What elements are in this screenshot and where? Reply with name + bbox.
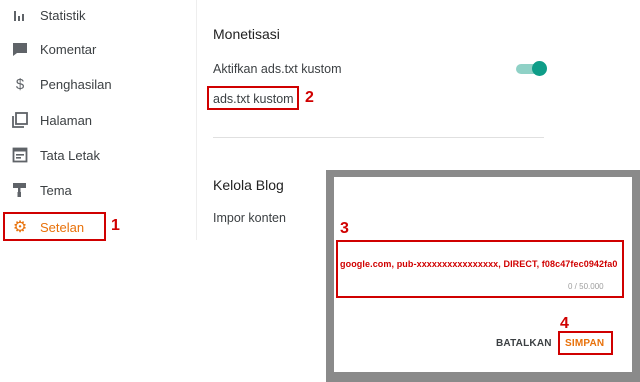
sidebar-item-label: Tema bbox=[40, 182, 72, 198]
comment-icon bbox=[12, 41, 28, 57]
cancel-button[interactable]: BATALKAN bbox=[496, 338, 552, 349]
sidebar-item-label: Halaman bbox=[40, 112, 93, 128]
annotation-box-2 bbox=[207, 86, 299, 110]
sidebar-item-tema[interactable]: Tema bbox=[0, 175, 190, 205]
sidebar-item-penghasilan[interactable]: $ Penghasilan bbox=[0, 69, 190, 99]
section-title-monetisasi: Monetisasi bbox=[213, 26, 280, 42]
sidebar-item-halaman[interactable]: Halaman bbox=[0, 105, 190, 135]
import-content-link[interactable]: Impor konten bbox=[213, 211, 286, 225]
annotation-number-2: 2 bbox=[305, 89, 314, 106]
annotation-box-1 bbox=[3, 212, 106, 241]
adstxt-textarea-value: google.com, pub-xxxxxxxxxxxxxxxx, DIRECT… bbox=[340, 259, 618, 269]
section-title-kelola-blog: Kelola Blog bbox=[213, 177, 284, 193]
sidebar-item-label: Komentar bbox=[40, 41, 97, 57]
sidebar-item-label: Tata Letak bbox=[40, 147, 100, 163]
save-button[interactable]: SIMPAN bbox=[565, 338, 604, 349]
section-divider bbox=[213, 137, 544, 138]
sidebar-item-label: Statistik bbox=[40, 8, 86, 23]
pages-icon bbox=[12, 112, 28, 128]
custom-adstxt-toggle-label: Aktifkan ads.txt kustom bbox=[213, 62, 342, 76]
paint-roller-icon bbox=[12, 182, 28, 198]
character-counter: 0 / 50.000 bbox=[568, 282, 604, 291]
sidebar-item-tata-letak[interactable]: Tata Letak bbox=[0, 140, 190, 170]
custom-adstxt-toggle[interactable] bbox=[516, 61, 547, 76]
sidebar-item-label: Penghasilan bbox=[40, 76, 112, 92]
sidebar-item-statistik[interactable]: Statistik bbox=[0, 0, 190, 30]
sidebar-item-komentar[interactable]: Komentar bbox=[0, 34, 190, 64]
dollar-icon: $ bbox=[15, 75, 25, 93]
sidebar: Statistik Komentar $ Penghasilan Halaman… bbox=[0, 0, 197, 240]
annotation-number-1: 1 bbox=[111, 217, 120, 234]
annotation-number-3: 3 bbox=[340, 220, 349, 237]
bar-chart-icon bbox=[12, 7, 28, 23]
layout-icon bbox=[12, 147, 28, 163]
toggle-knob bbox=[532, 61, 547, 76]
